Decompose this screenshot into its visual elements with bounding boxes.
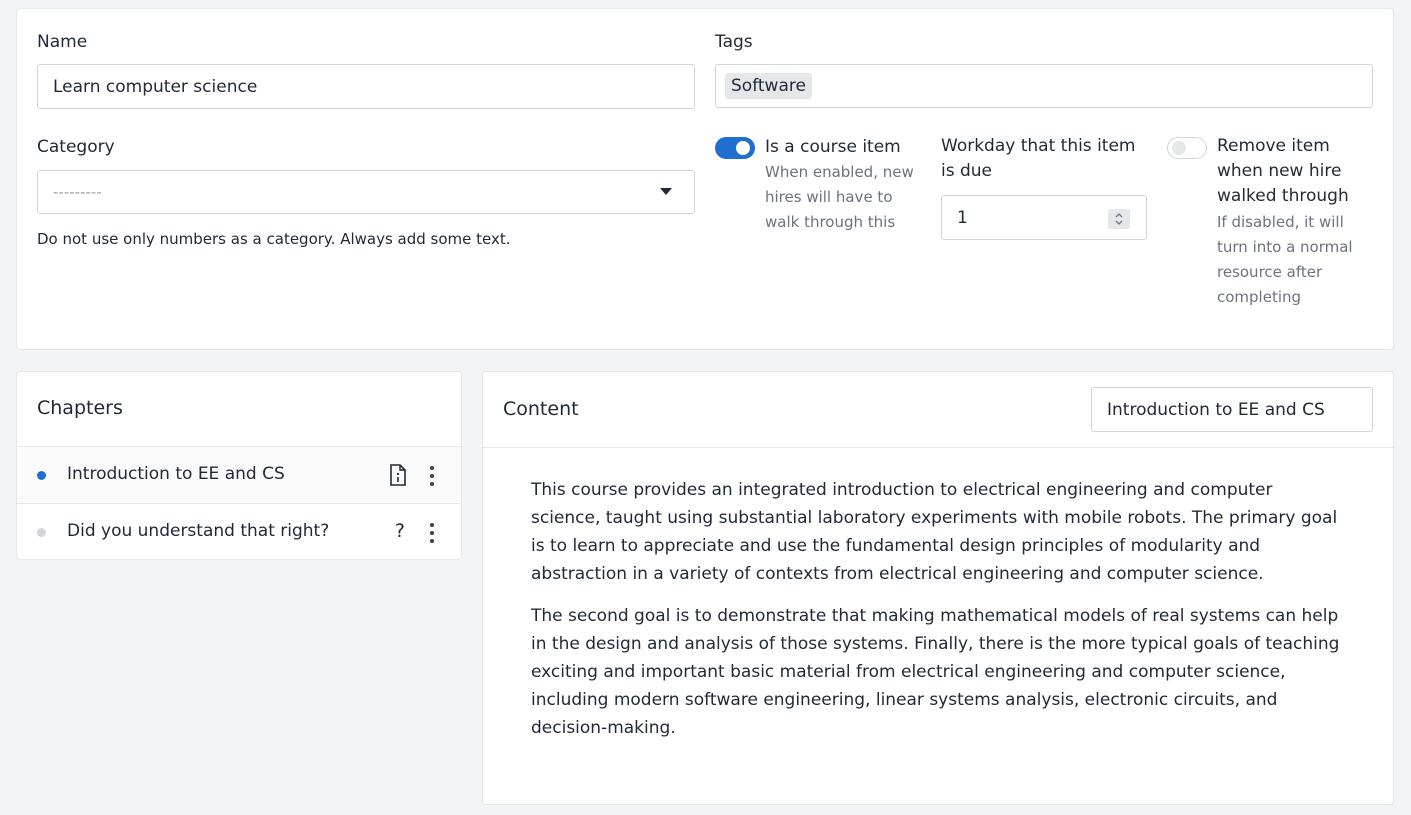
remove-item-description: If disabled, it will turn into a normal … (1217, 213, 1353, 306)
chapter-label: Did you understand that right? (67, 521, 330, 541)
remove-item-label: Remove item when new hire walked through (1217, 136, 1349, 206)
more-vertical-icon[interactable] (429, 464, 435, 486)
category-label: Category (37, 137, 115, 157)
chapter-status-dot (37, 471, 46, 480)
workday-number-input[interactable]: 1 (941, 195, 1147, 240)
name-input[interactable]: Learn computer science (37, 64, 695, 109)
chapter-title-input[interactable]: Introduction to EE and CS (1091, 387, 1373, 432)
chapters-title: Chapters (37, 397, 123, 419)
category-help-text: Do not use only numbers as a category. A… (37, 230, 511, 248)
content-card: Content Introduction to EE and CS This c… (482, 371, 1394, 805)
category-select[interactable]: --------- (37, 170, 695, 214)
chapter-item[interactable]: Introduction to EE and CS (17, 446, 461, 502)
file-info-icon[interactable] (389, 464, 407, 486)
course-item-label: Is a course item (765, 137, 901, 157)
chapters-card: Chapters Introduction to EE and CS Did y… (16, 371, 462, 560)
tags-label: Tags (715, 32, 753, 52)
tags-input[interactable]: Software (715, 64, 1373, 108)
chevron-down-icon (660, 188, 672, 195)
content-editor[interactable]: This course provides an integrated intro… (483, 448, 1393, 804)
toggle-knob (736, 141, 750, 155)
chapter-title-value: Introduction to EE and CS (1107, 399, 1325, 420)
workday-value: 1 (957, 207, 968, 228)
name-input-value: Learn computer science (53, 76, 258, 97)
more-vertical-icon[interactable] (429, 521, 435, 543)
workday-label: Workday that this item is due (941, 136, 1136, 181)
course-item-description: When enabled, new hires will have to wal… (765, 163, 914, 231)
chapter-status-dot (37, 528, 46, 537)
item-settings-card: Name Learn computer science Tags Softwar… (16, 8, 1394, 350)
number-spinner-icon[interactable] (1108, 209, 1130, 229)
toggle-knob (1172, 141, 1186, 155)
name-label: Name (37, 32, 88, 52)
tag-chip[interactable]: Software (725, 73, 812, 99)
remove-item-toggle[interactable] (1167, 137, 1207, 159)
content-body: This course provides an integrated intro… (531, 476, 1341, 756)
chapter-item[interactable]: Did you understand that right? ? (17, 503, 461, 559)
course-item-toggle[interactable] (715, 137, 755, 159)
content-paragraph: This course provides an integrated intro… (531, 480, 1338, 584)
content-paragraph: The second goal is to demonstrate that m… (531, 606, 1340, 738)
chapter-label: Introduction to EE and CS (67, 464, 285, 484)
question-icon[interactable]: ? (395, 520, 405, 542)
content-title: Content (503, 398, 579, 420)
category-placeholder: --------- (53, 183, 102, 201)
